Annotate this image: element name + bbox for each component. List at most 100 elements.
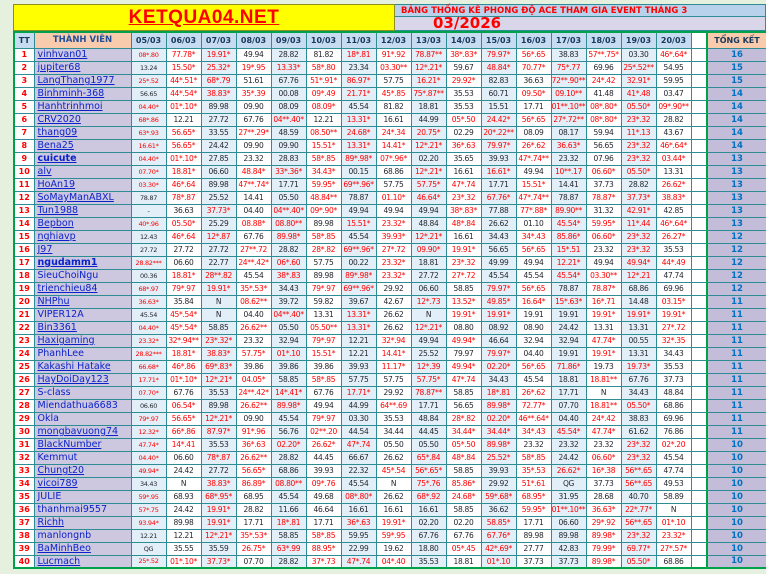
score-cell: 89*.98* [341, 269, 376, 282]
member-name[interactable]: Bin3361 [34, 321, 131, 334]
member-name[interactable]: CRV2020 [34, 113, 131, 126]
member-name[interactable]: J97 [34, 243, 131, 256]
score-cell: 12.21 [166, 529, 201, 542]
col-header-date: 18/03 [586, 32, 621, 48]
score-cell: 58*.85 [306, 529, 341, 542]
score-cell: 27*.57* [656, 542, 691, 555]
score-cell: 68*.86 [131, 113, 166, 126]
score-cell: 04.40 [236, 204, 271, 217]
score-cell: 49.94 [586, 256, 621, 269]
member-name[interactable]: trienchieu84 [34, 282, 131, 295]
score-cell: 45.54 [656, 451, 691, 464]
member-name[interactable]: BlackNumber [34, 438, 131, 451]
total-score: 12 [707, 269, 766, 282]
member-name[interactable]: nghiavp [34, 230, 131, 243]
score-cell: 17.71 [306, 516, 341, 529]
score-cell: 19.73* [621, 360, 656, 373]
score-cell: 56.65 [131, 87, 166, 100]
member-name[interactable]: jupiter68 [34, 61, 131, 74]
member-name[interactable]: Bena25 [34, 139, 131, 152]
score-cell: 35.53 [446, 100, 481, 113]
score-cell: 81.82 [376, 100, 411, 113]
score-cell: 12.21* [551, 256, 586, 269]
score-cell: 57.75 [306, 256, 341, 269]
member-name: VIPER12A [34, 308, 131, 321]
score-cell: 28.82 [236, 503, 271, 516]
total-score: 12 [707, 282, 766, 295]
score-cell: 44*.54* [166, 87, 201, 100]
member-name[interactable]: LangThang1977 [34, 74, 131, 87]
member-name[interactable]: vinhvan01 [34, 48, 131, 61]
score-cell: 69**.96* [341, 282, 376, 295]
member-name[interactable]: ngudamm1 [34, 256, 131, 269]
site-logo[interactable]: KETQUA04.NET [13, 4, 395, 31]
score-cell: 28.68 [586, 490, 621, 503]
spacer-column-header [691, 32, 707, 48]
row-number: 16 [14, 243, 34, 256]
spacer-cell [691, 165, 707, 178]
total-score: 13 [707, 165, 766, 178]
score-cell: 29.92 [481, 477, 516, 490]
score-cell: 06*.60 [271, 256, 306, 269]
score-cell: 01*.10* [166, 373, 201, 386]
score-cell: 27.72 [131, 243, 166, 256]
member-name[interactable]: Binhminh-368 [34, 87, 131, 100]
total-score: 10 [707, 555, 766, 568]
score-cell: 00.22 [341, 256, 376, 269]
score-cell: 49.99 [481, 256, 516, 269]
score-cell: 79*.97 [306, 334, 341, 347]
member-name[interactable]: vicoi789 [34, 477, 131, 490]
member-name[interactable]: HoAn19 [34, 178, 131, 191]
score-cell: 66.68* [131, 360, 166, 373]
member-name[interactable]: Haxigaming [34, 334, 131, 347]
score-cell: 08.80 [446, 321, 481, 334]
col-header-tt: TT [14, 32, 34, 48]
score-cell: 17.71 [236, 516, 271, 529]
score-cell: 41*.48 [621, 87, 656, 100]
member-name[interactable]: Tun1988 [34, 204, 131, 217]
score-cell: 89.98* [586, 555, 621, 568]
spacer-cell [691, 48, 707, 61]
score-cell: 89.98* [481, 399, 516, 412]
score-cell: 67.76 [236, 230, 271, 243]
score-cell: 34.43 [131, 477, 166, 490]
score-cell: 16*.38 [586, 464, 621, 477]
member-name[interactable]: Hanhtrinhmoi [34, 100, 131, 113]
score-cell: 85.86* [446, 477, 481, 490]
member-name[interactable]: thang09 [34, 126, 131, 139]
col-header-date: 13/03 [411, 32, 446, 48]
member-name[interactable]: HayDoiDay123 [34, 373, 131, 386]
member-name[interactable]: Richh [34, 516, 131, 529]
member-name[interactable]: NHPhu [34, 295, 131, 308]
member-name[interactable]: Kakashi Hatake [34, 360, 131, 373]
score-cell: 56.65* [166, 126, 201, 139]
member-name[interactable]: SoMayManABXL [34, 191, 131, 204]
score-cell: 47.74 [656, 269, 691, 282]
total-score: 12 [707, 230, 766, 243]
member-name[interactable]: mongbavuong74 [34, 425, 131, 438]
score-cell: 89.98 [201, 399, 236, 412]
member-name[interactable]: BaMinhBeo [34, 542, 131, 555]
member-name[interactable]: Chungt20 [34, 464, 131, 477]
spacer-cell [691, 347, 707, 360]
member-name[interactable]: cuicute [34, 152, 131, 165]
score-cell: 93.94* [131, 516, 166, 529]
score-cell: 58.85 [446, 464, 481, 477]
spacer-cell [691, 438, 707, 451]
score-cell: 78.87 [551, 191, 586, 204]
score-cell: 36.62 [481, 503, 516, 516]
table-row: 37Richh93.94*89.9819.91*17.7118*.8117.71… [14, 516, 766, 529]
score-cell: 14.41 [551, 178, 586, 191]
score-cell: 68.86 [271, 464, 306, 477]
score-cell: 23.32 [586, 438, 621, 451]
score-cell: 38.83* [201, 87, 236, 100]
member-name[interactable]: Bepbon [34, 217, 131, 230]
member-name[interactable]: alv [34, 165, 131, 178]
row-number: 21 [14, 308, 34, 321]
spacer-cell [691, 269, 707, 282]
score-cell: 49.94 [376, 204, 411, 217]
member-name[interactable]: Lucmach [34, 555, 131, 568]
score-cell: 48*.84 [446, 217, 481, 230]
score-cell: 34*.43 [516, 425, 551, 438]
total-score: 10 [707, 451, 766, 464]
